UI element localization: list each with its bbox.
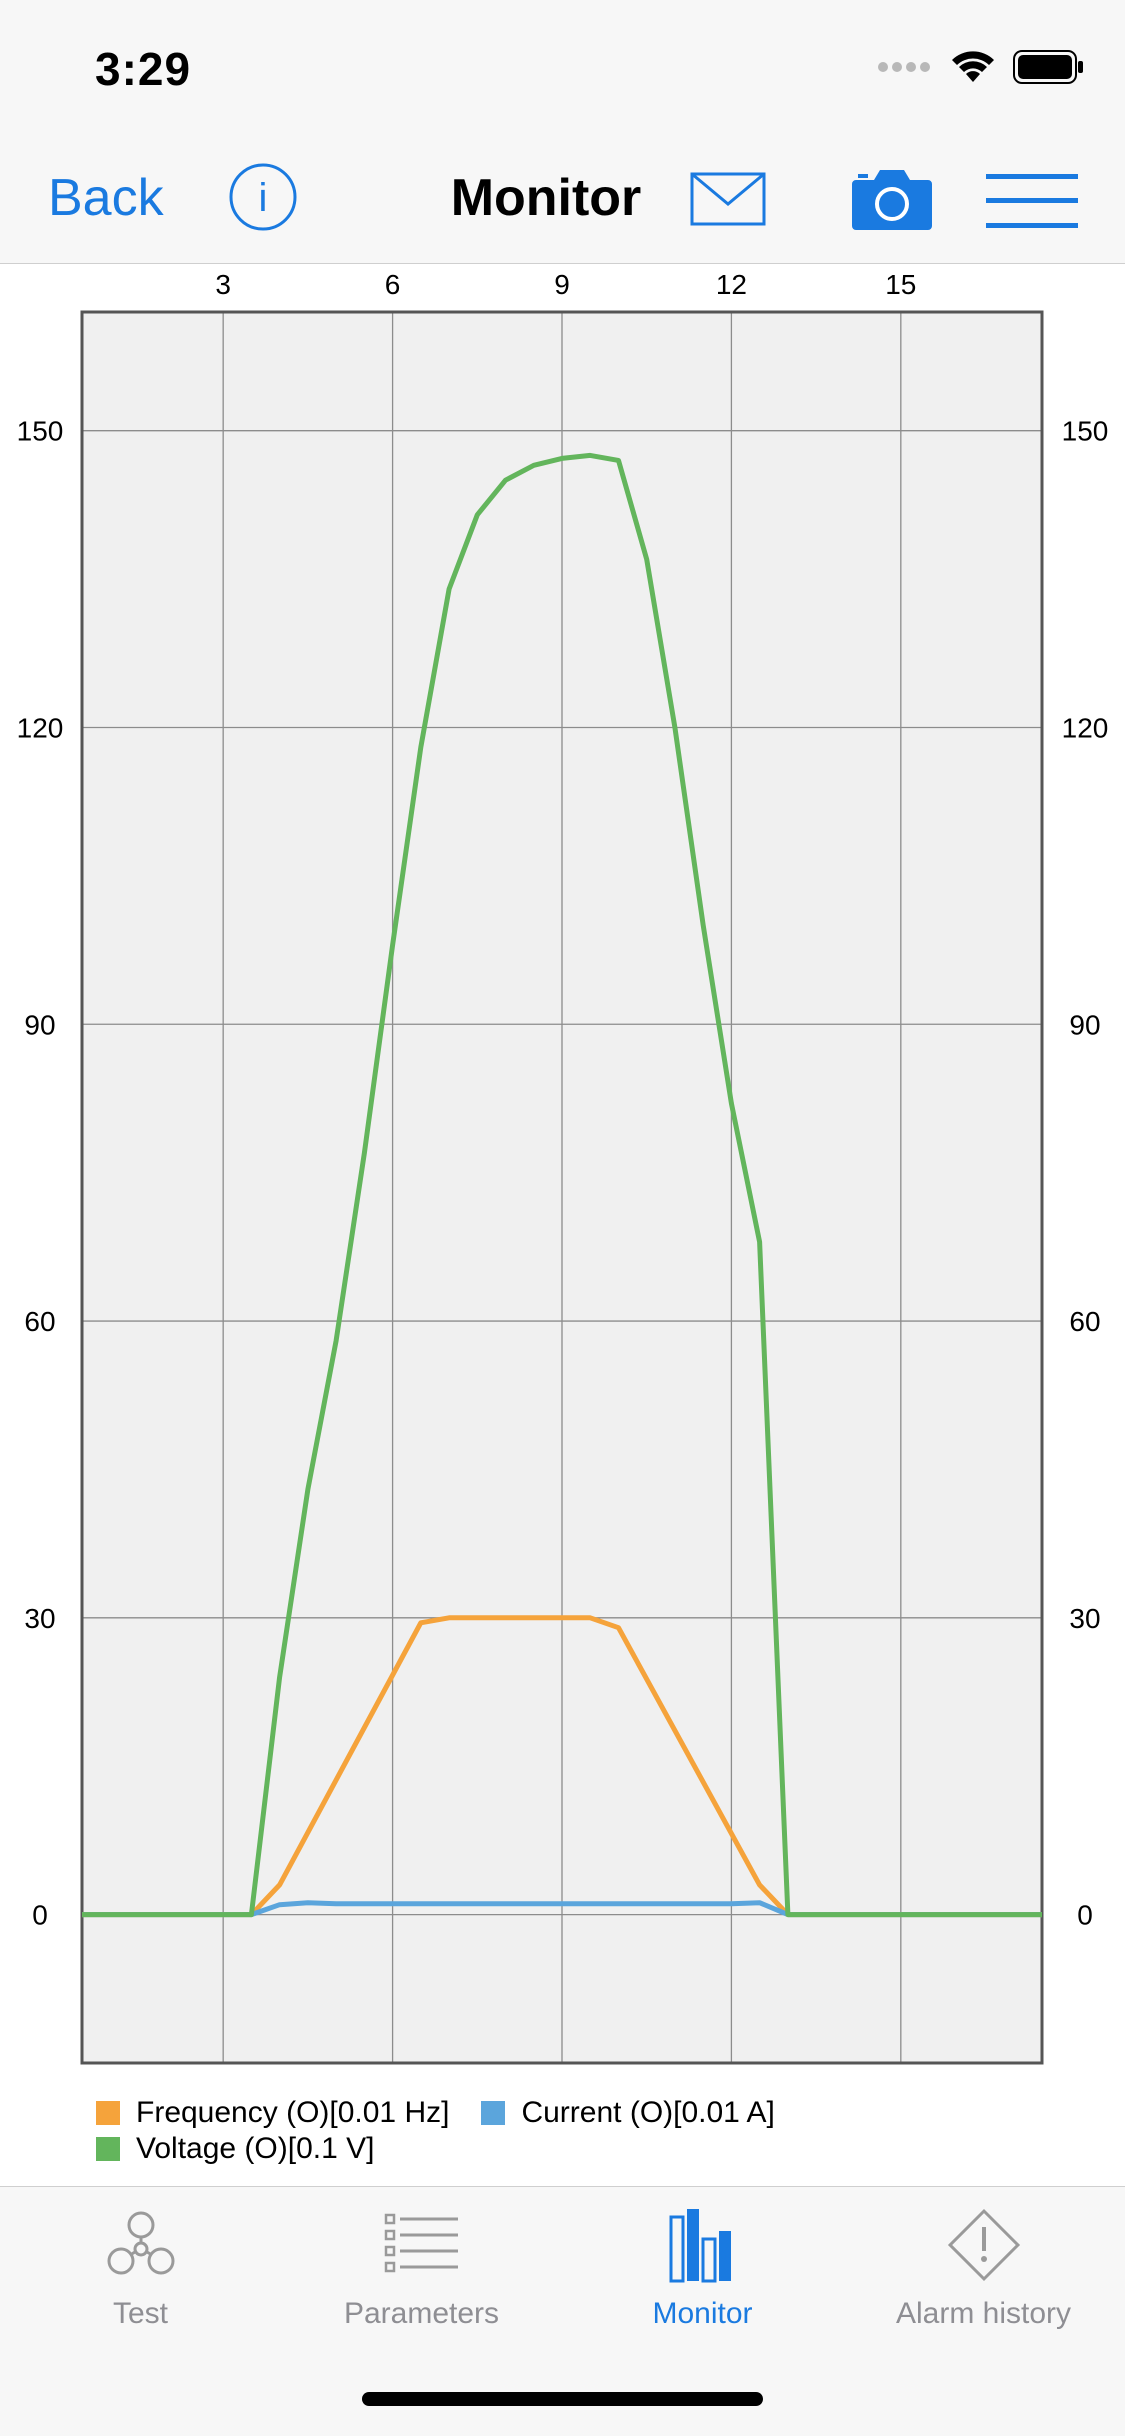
legend-label-frequency: Frequency (O)[0.01 Hz] [136, 2096, 450, 2129]
monitor-chart: 3 6 9 12 15 0 30 60 90 120 150 0 30 60 90 120 150 [0, 264, 1125, 2184]
y-tick-label-left: 150 [17, 416, 64, 447]
y-tick-label-right: 150 [1062, 416, 1109, 447]
legend-label-current: Current (O)[0.01 A] [521, 2096, 775, 2129]
x-tick-label: 3 [215, 269, 231, 300]
home-indicator [362, 2392, 763, 2406]
tab-label: Alarm history [895, 2297, 1072, 2330]
battery-icon [1013, 50, 1083, 84]
legend-swatch-current [481, 2101, 506, 2125]
alert-icon [947, 2208, 1020, 2282]
tab-alarm-history[interactable]: Alarm history [843, 2187, 1124, 2330]
legend-label-voltage: Voltage (O)[0.1 V] [136, 2132, 375, 2165]
legend-item-current: Current (O)[0.01 A] [481, 2095, 775, 2131]
menu-icon[interactable] [986, 172, 1078, 230]
legend-swatch-frequency [96, 2101, 120, 2125]
list-icon [384, 2213, 458, 2273]
legend-row: Frequency (O)[0.01 Hz] Current (O)[0.01 … [96, 2095, 799, 2131]
x-tick-label: 9 [554, 269, 570, 300]
nav-bar: Back i Monitor [0, 132, 1125, 264]
y-tick-label-right: 120 [1062, 712, 1109, 743]
tab-label: Test [112, 2297, 169, 2330]
tab-label: Parameters [343, 2297, 500, 2330]
x-tick-label: 6 [385, 269, 401, 300]
y-tick-label-right: 60 [1069, 1306, 1100, 1337]
legend-item-voltage: Voltage (O)[0.1 V] [96, 2131, 374, 2167]
x-tick-label: 15 [885, 269, 916, 300]
camera-icon[interactable] [852, 168, 932, 230]
tab-monitor[interactable]: Monitor [562, 2187, 843, 2330]
legend-swatch-voltage [96, 2137, 120, 2161]
tab-parameters[interactable]: Parameters [281, 2187, 562, 2330]
mail-icon[interactable] [690, 172, 766, 226]
status-time: 3:29 [95, 43, 192, 95]
legend-item-frequency: Frequency (O)[0.01 Hz] [96, 2095, 449, 2131]
y-tick-label-left: 120 [17, 712, 64, 743]
legend-row: Voltage (O)[0.1 V] [96, 2131, 799, 2167]
x-tick-label: 12 [716, 269, 747, 300]
signal-icon [878, 62, 930, 72]
bar-chart-icon [669, 2209, 731, 2283]
fan-icon [107, 2211, 174, 2275]
wifi-icon [952, 51, 994, 82]
tab-test[interactable]: Test [0, 2187, 281, 2330]
line-chart: 3 6 9 12 1503060901201500306090120150 [17, 269, 1109, 2065]
y-tick-label-left: 30 [24, 1603, 55, 1634]
y-tick-label-left: 0 [32, 1900, 48, 1931]
status-bar: 3:29 [0, 0, 1125, 132]
status-icons [877, 50, 1085, 84]
tab-label: Monitor [652, 2297, 753, 2330]
y-tick-label-right: 30 [1069, 1603, 1100, 1634]
y-tick-label-left: 60 [24, 1306, 55, 1337]
chart-legend: Frequency (O)[0.01 Hz] Current (O)[0.01 … [96, 2095, 799, 2167]
y-tick-label-right: 90 [1069, 1009, 1100, 1040]
y-tick-label-left: 90 [24, 1009, 55, 1040]
y-tick-label-right: 0 [1077, 1900, 1093, 1931]
